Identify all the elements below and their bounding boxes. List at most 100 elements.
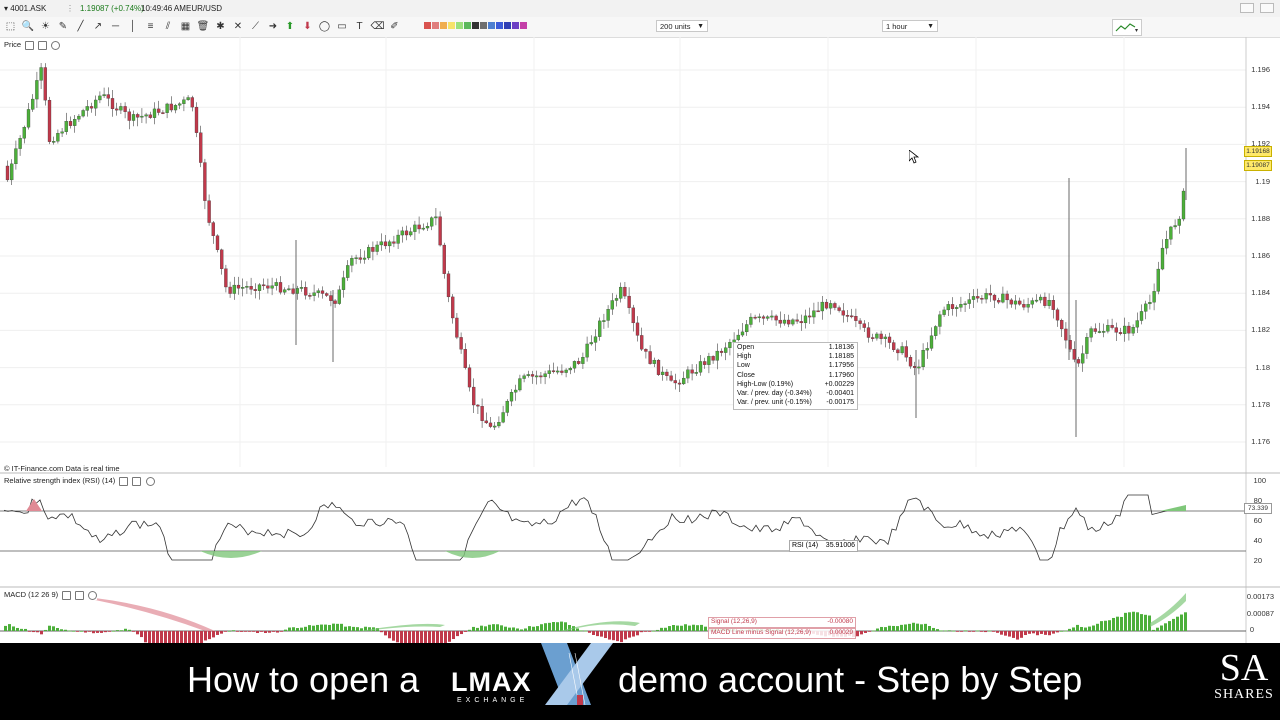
candle-body (354, 257, 358, 259)
color-swatch[interactable] (448, 22, 455, 29)
instrument-menu[interactable]: ▾ 4001.ASK (4, 4, 46, 13)
pointer-icon[interactable]: ⬚ (4, 20, 17, 33)
rsi-axis-tick: 20 (1253, 556, 1262, 565)
macd-histogram-bar (920, 624, 923, 631)
candle-body (400, 230, 404, 236)
close-icon[interactable] (51, 40, 61, 50)
color-swatch[interactable] (512, 22, 519, 29)
macd-histogram-bar (152, 631, 155, 643)
fibonacci-icon[interactable]: ≡ (144, 20, 157, 33)
rectangle-icon[interactable]: ▭ (336, 20, 349, 33)
pencil-icon[interactable]: ✎ (57, 20, 70, 33)
candle-body (1055, 309, 1060, 321)
macd-histogram-bar (1076, 624, 1079, 631)
candle-body (652, 359, 656, 364)
color-swatch[interactable] (440, 22, 447, 29)
units-select[interactable]: 200 units ▼ (656, 20, 708, 32)
settings-icon[interactable] (62, 590, 72, 600)
candle-body (1022, 304, 1026, 308)
macd-histogram-bar (892, 625, 895, 631)
candle-body (602, 320, 606, 322)
close-icon[interactable] (88, 590, 98, 600)
tooltip-key: High (737, 353, 752, 361)
arrow-down-icon[interactable]: ⬇ (301, 20, 314, 33)
tooltip-row: High 1.18185 (737, 353, 854, 362)
grid-icon[interactable]: ▦ (179, 20, 192, 33)
sun-icon[interactable]: ☀ (39, 20, 52, 33)
fan-icon[interactable]: ⟋ (249, 20, 262, 33)
candle-body (178, 103, 182, 106)
macd-histogram-bar (216, 631, 219, 635)
maximize-panel-icon[interactable] (132, 476, 142, 486)
channel-icon[interactable]: ⫽ (162, 20, 175, 33)
candle-body (161, 112, 165, 114)
settings-icon[interactable] (119, 476, 129, 486)
price-axis-tick: 1.19 (1255, 176, 1270, 186)
line-icon[interactable]: ╱ (74, 20, 87, 33)
hline-icon[interactable]: ─ (109, 20, 122, 33)
tooltip-value: 1.18136 (828, 344, 854, 351)
color-swatch[interactable] (424, 22, 431, 29)
vline-icon[interactable]: │ (127, 20, 140, 33)
candle-body (215, 235, 220, 250)
settings-icon[interactable] (25, 40, 35, 50)
chart-type-button[interactable]: ▾ (1112, 19, 1142, 36)
macd-histogram-bar (100, 631, 103, 633)
marker-icon[interactable]: ✐ (388, 20, 401, 33)
color-swatch[interactable] (472, 22, 479, 29)
interval-select[interactable]: 1 hour ▼ (882, 20, 938, 32)
cross-icon[interactable]: ✕ (232, 20, 245, 33)
text-icon[interactable]: T (353, 20, 366, 33)
candle-body (808, 315, 812, 318)
close-icon[interactable] (145, 476, 155, 486)
macd-histogram-bar (904, 624, 907, 631)
macd-histogram-bar (1068, 628, 1071, 631)
macd-histogram-bar (176, 631, 179, 643)
color-swatch[interactable] (504, 22, 511, 29)
candle-body (262, 284, 266, 287)
arrow-right-icon[interactable]: ➜ (267, 20, 280, 33)
candle-body (1001, 293, 1005, 303)
candle-body (795, 319, 799, 322)
minimize-icon[interactable] (1240, 3, 1254, 13)
chart-canvas[interactable] (0, 37, 1280, 643)
eraser-icon[interactable]: ⌫ (371, 20, 385, 33)
candle-body (425, 226, 430, 229)
zoom-icon[interactable]: 🔍 (22, 20, 35, 33)
candle-body (766, 316, 770, 319)
candle-body (673, 380, 677, 384)
candle-body (165, 103, 169, 113)
candle-body (917, 366, 921, 369)
macd-histogram-bar (988, 630, 991, 632)
candle-body (724, 347, 728, 353)
candle-body (39, 67, 43, 81)
candle-body (472, 386, 476, 406)
tools-icon[interactable]: ✱ (214, 20, 227, 33)
candle-body (942, 309, 946, 315)
maximize-panel-icon[interactable] (75, 590, 85, 600)
color-swatch[interactable] (464, 22, 471, 29)
macd-histogram-bar (948, 630, 951, 632)
macd-histogram-bar (1008, 631, 1011, 637)
ray-icon[interactable]: ↗ (92, 20, 105, 33)
color-swatch[interactable] (480, 22, 487, 29)
color-swatch[interactable] (432, 22, 439, 29)
candle-body (56, 133, 60, 142)
macd-histogram-bar (516, 628, 519, 631)
maximize-icon[interactable] (1260, 3, 1274, 13)
color-swatch[interactable] (496, 22, 503, 29)
color-swatch[interactable] (520, 22, 527, 29)
macd-histogram-bar (316, 624, 319, 631)
trash-icon[interactable]: 🗑 (197, 20, 210, 33)
arrow-up-icon[interactable]: ⬆ (284, 20, 297, 33)
macd-histogram-bar (300, 627, 303, 631)
caption-left-text: How to open a (187, 659, 420, 700)
shape-icon[interactable]: ◯ (318, 20, 331, 33)
macd-histogram-bar (420, 631, 423, 643)
color-swatch[interactable] (488, 22, 495, 29)
maximize-panel-icon[interactable] (38, 40, 48, 50)
candle-body (77, 115, 81, 120)
color-swatch[interactable] (456, 22, 463, 29)
candle-body (1177, 218, 1181, 226)
macd-histogram-bar (680, 625, 683, 631)
